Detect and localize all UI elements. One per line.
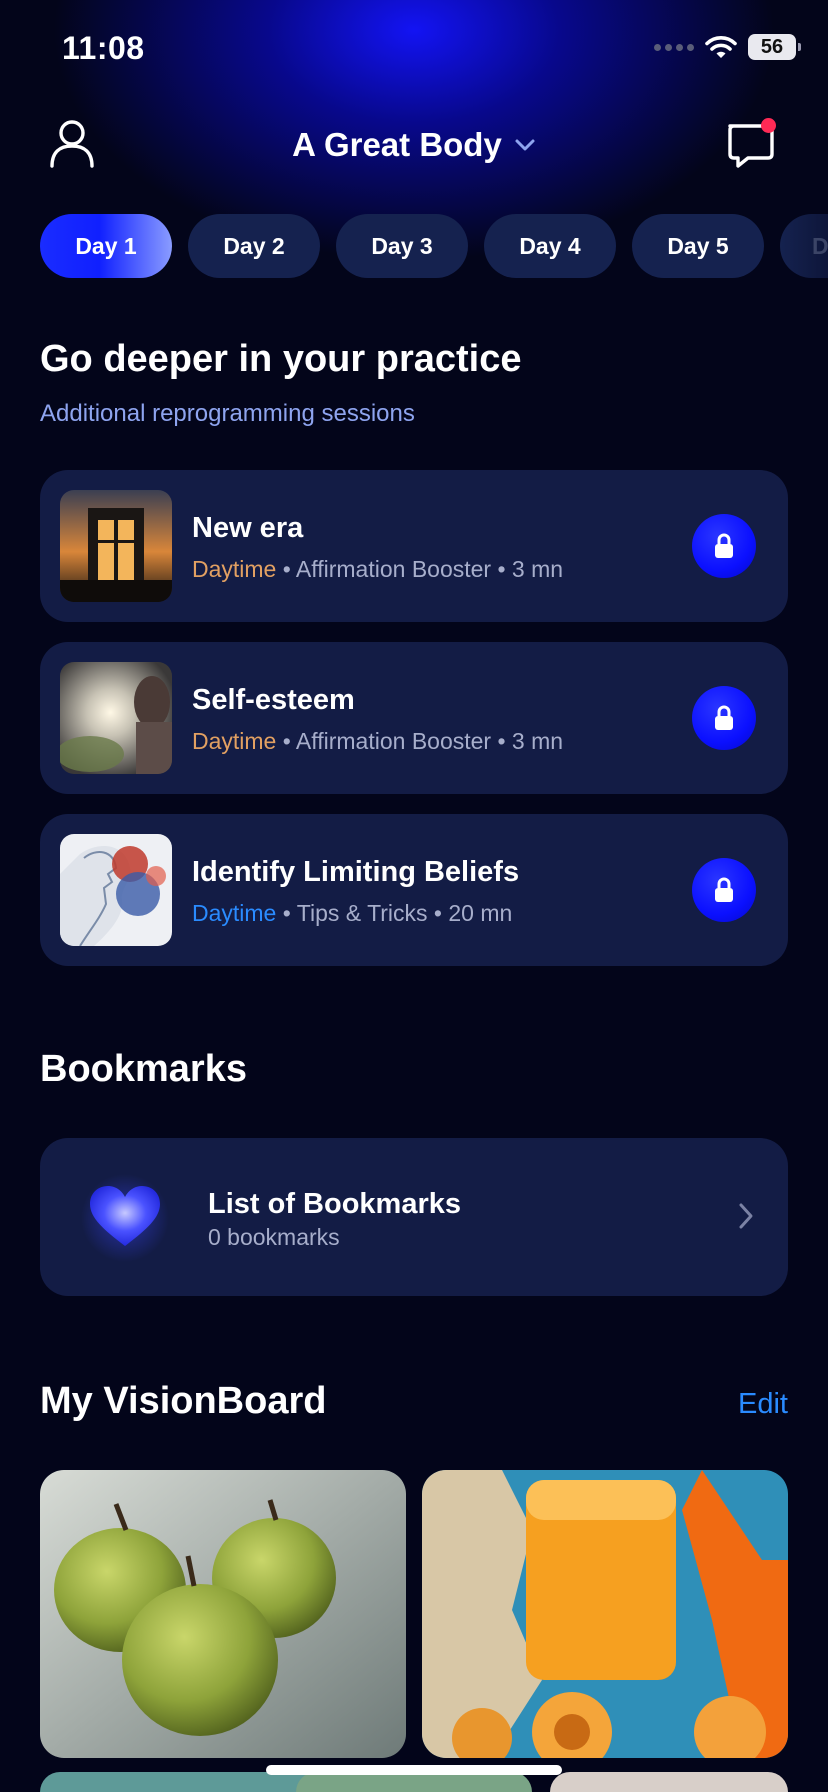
visionboard-image-juice[interactable] bbox=[422, 1470, 788, 1758]
notification-badge bbox=[761, 118, 776, 133]
session-thumbnail-self-esteem bbox=[60, 662, 172, 774]
bookmarks-card[interactable]: List of Bookmarks 0 bookmarks bbox=[40, 1138, 788, 1296]
chevron-down-icon bbox=[515, 139, 535, 151]
section-title-deeper: Go deeper in your practice bbox=[40, 338, 522, 380]
wifi-icon bbox=[705, 36, 737, 58]
lock-icon bbox=[715, 877, 733, 902]
session-details: • Affirmation Booster • 3 mn bbox=[276, 728, 564, 754]
session-details: • Affirmation Booster • 3 mn bbox=[276, 556, 564, 582]
session-card[interactable]: Self-esteem Daytime • Affirmation Booste… bbox=[40, 642, 788, 794]
session-meta: Daytime • Affirmation Booster • 3 mn bbox=[192, 728, 563, 755]
tab-day-2[interactable]: Day 2 bbox=[188, 214, 320, 278]
tab-day-5[interactable]: Day 5 bbox=[632, 214, 764, 278]
visionboard-image-5[interactable] bbox=[550, 1772, 788, 1792]
lock-button[interactable] bbox=[692, 686, 756, 750]
tab-day-6[interactable]: D bbox=[780, 214, 828, 278]
status-icons: 56 bbox=[654, 34, 801, 60]
session-thumbnail-new-era bbox=[60, 490, 172, 602]
session-meta: Daytime • Affirmation Booster • 3 mn bbox=[192, 556, 563, 583]
session-thumbnail-limiting-beliefs bbox=[60, 834, 172, 946]
section-title-bookmarks: Bookmarks bbox=[40, 1048, 247, 1090]
battery-icon: 56 bbox=[748, 34, 801, 60]
session-details: • Tips & Tricks • 20 mn bbox=[276, 900, 513, 926]
program-title: A Great Body bbox=[292, 126, 502, 163]
session-tag: Daytime bbox=[192, 900, 277, 926]
tab-day-3[interactable]: Day 3 bbox=[336, 214, 468, 278]
tab-day-1[interactable]: Day 1 bbox=[40, 214, 172, 278]
session-title: Identify Limiting Beliefs bbox=[192, 856, 520, 888]
chevron-right-icon bbox=[739, 1203, 753, 1229]
section-title-visionboard: My VisionBoard bbox=[40, 1380, 327, 1422]
edit-visionboard-link[interactable]: Edit bbox=[738, 1388, 788, 1421]
cellular-signal-icon bbox=[654, 43, 694, 51]
visionboard-image-apples[interactable] bbox=[40, 1470, 406, 1758]
bookmarks-list-title: List of Bookmarks bbox=[208, 1188, 461, 1220]
chat-button[interactable] bbox=[722, 116, 778, 172]
program-selector[interactable]: A Great Body bbox=[0, 126, 828, 164]
session-meta: Daytime • Tips & Tricks • 20 mn bbox=[192, 900, 512, 927]
tab-day-4[interactable]: Day 4 bbox=[484, 214, 616, 278]
session-title: Self-esteem bbox=[192, 684, 355, 716]
lock-button[interactable] bbox=[692, 514, 756, 578]
lock-icon bbox=[715, 533, 733, 558]
bookmarks-count: 0 bookmarks bbox=[208, 1224, 340, 1250]
status-time: 11:08 bbox=[62, 30, 145, 66]
day-tabs: Day 1 Day 2 Day 3 Day 4 Day 5 D bbox=[40, 214, 828, 278]
header: A Great Body bbox=[0, 110, 828, 190]
session-tag: Daytime bbox=[192, 728, 277, 754]
session-card[interactable]: New era Daytime • Affirmation Booster • … bbox=[40, 470, 788, 622]
heart-icon bbox=[80, 1172, 170, 1262]
visionboard-image-4[interactable] bbox=[296, 1772, 532, 1792]
app-screen: 11:08 56 A Great Body Day 1 Day 2 Day 3 … bbox=[0, 0, 828, 1792]
battery-level: 56 bbox=[760, 35, 784, 58]
lock-button[interactable] bbox=[692, 858, 756, 922]
section-subtitle-deeper: Additional reprogramming sessions bbox=[40, 400, 415, 427]
session-title: New era bbox=[192, 512, 304, 544]
lock-icon bbox=[715, 705, 733, 730]
home-indicator[interactable] bbox=[266, 1765, 562, 1775]
session-card[interactable]: Identify Limiting Beliefs Daytime • Tips… bbox=[40, 814, 788, 966]
session-tag: Daytime bbox=[192, 556, 277, 582]
